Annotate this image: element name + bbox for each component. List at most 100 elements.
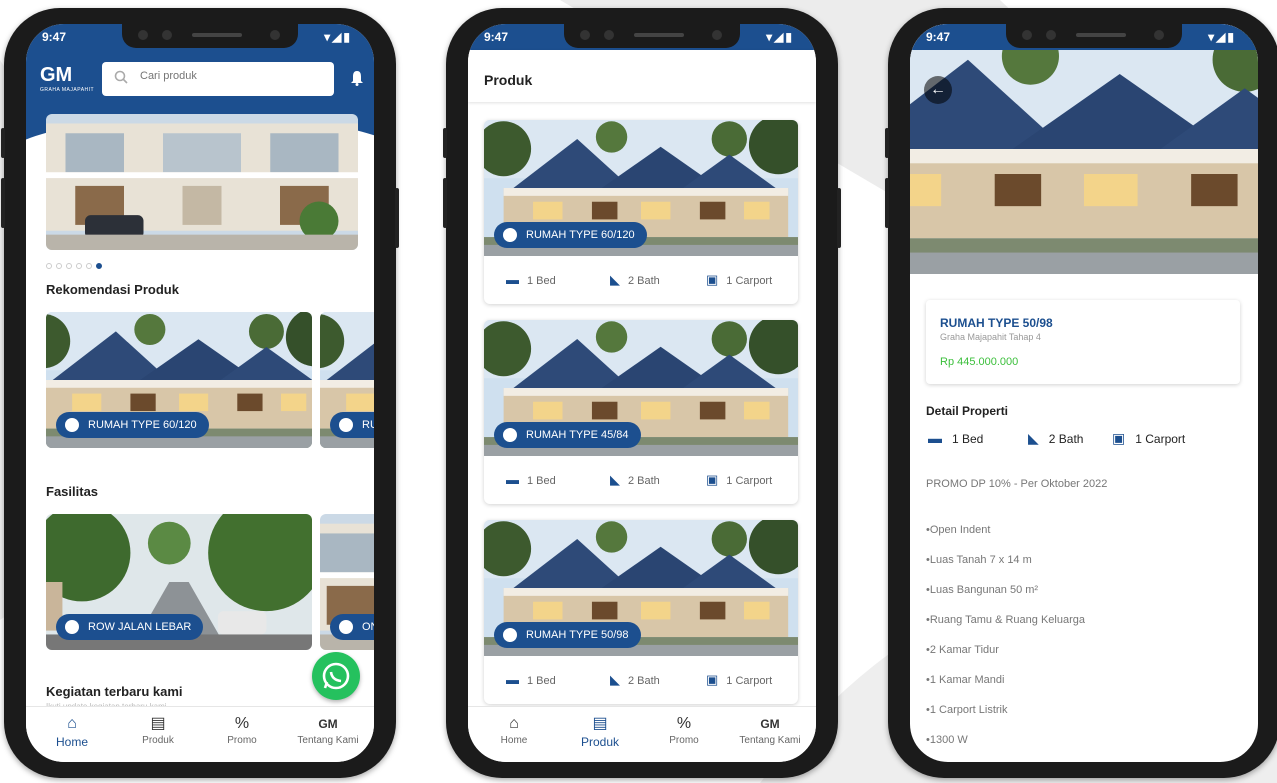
nav-produk[interactable]: ▤ Produk (560, 713, 640, 749)
recommend-card-2-label: RU (330, 412, 374, 438)
whatsapp-icon (322, 662, 350, 690)
nav-produk-label: Produk (580, 735, 620, 749)
building-icon: ▤ (592, 715, 608, 732)
product-card[interactable]: RUMAH TYPE 60/120 ▬ 1 Bed ◣ 2 Bath ▣ 1 Carp… (484, 120, 798, 304)
product-hero-image (910, 24, 1258, 274)
garage-icon: ▣ (1112, 430, 1126, 446)
percent-icon: % (676, 715, 692, 732)
feature-bath: ◣ 2 Bath (610, 472, 660, 487)
bed-icon: ▬ (928, 430, 942, 446)
feature-bath: ◣ 2 Bath (610, 272, 660, 287)
detail-section-title: Detail Properti (926, 404, 1009, 418)
product-card[interactable]: RUMAH TYPE 45/84 ▬ 1 Bed ◣ 2 Bath ▣ 1 Carpo… (484, 320, 798, 504)
gm-logo-icon: GM (318, 717, 338, 731)
status-icons: ▾◢▮ (1208, 30, 1236, 44)
nav-produk[interactable]: ▤ Produk (118, 713, 198, 746)
description-line: •Open Indent (926, 524, 991, 536)
product-card[interactable]: RUMAH TYPE 50/98 ▬ 1 Bed ◣ 2 Bath ▣ 1 Carpo… (484, 520, 798, 704)
bathtub-icon: ◣ (610, 272, 620, 287)
feature-bed: ▬ 1 Bed (506, 272, 556, 287)
nav-about[interactable]: GM Tentang Kami (288, 713, 368, 746)
recommend-card-1-label: RUMAH TYPE 60/120 (56, 412, 209, 438)
nav-home-label: Home (500, 735, 528, 746)
screen-produk: 9:47 ▾◢▮ Produk RUMAH TYPE 60/120 ▬ 1 Bed… (468, 24, 816, 762)
nav-promo[interactable]: % Promo (202, 713, 282, 746)
description-line: •1 Carport Listrik (926, 704, 1008, 716)
phone-detail: 9:47 ▾◢▮ ← RUMAH TYPE 50/98 Graha Majapa… (885, 8, 1277, 778)
feature-carport: ▣ 1 Carport (706, 672, 773, 687)
garage-icon: ▣ (706, 672, 719, 687)
product-card-label: RUMAH TYPE 45/84 (494, 422, 641, 448)
product-card-label: RUMAH TYPE 50/98 (494, 622, 641, 648)
nav-promo-label: Promo (227, 735, 257, 746)
section-title-recommend: Rekomendasi Produk (46, 282, 179, 297)
logo-text: GM (40, 64, 73, 86)
facility-card-1-label: ROW JALAN LEBAR (56, 614, 204, 640)
screen-detail: 9:47 ▾◢▮ ← RUMAH TYPE 50/98 Graha Majapa… (910, 24, 1258, 762)
home-icon: ⌂ (509, 715, 519, 732)
feature-carport: ▣ 1 Carport (1112, 430, 1186, 446)
screen-home: 9:47 ▾◢▮ GM GRAHA MAJAPAHIT Rekomendasi … (26, 24, 374, 762)
bottom-navigation: ⌂ Home ▤ Produk % Promo GM Tentang Kami (468, 706, 816, 762)
feature-bath: ◣ 2 Bath (610, 672, 660, 687)
status-time: 9:47 (42, 30, 67, 44)
nav-home[interactable]: ⌂ Home (32, 713, 112, 749)
product-subtitle: Graha Majapahit Tahap 4 (940, 332, 1041, 342)
logo-subtext: GRAHA MAJAPAHIT (40, 87, 95, 93)
promo-text: PROMO DP 10% - Per Oktober 2022 (926, 478, 1108, 490)
search-bar[interactable] (102, 62, 334, 96)
bed-icon: ▬ (506, 272, 519, 287)
garage-icon: ▣ (706, 272, 719, 287)
product-price: Rp 445.000.000 (940, 356, 1019, 368)
search-input[interactable] (140, 70, 320, 82)
app-logo[interactable]: GM GRAHA MAJAPAHIT (40, 64, 94, 93)
feature-carport: ▣ 1 Carport (706, 272, 773, 287)
feature-bath: ◣ 2 Bath (1028, 430, 1084, 446)
nav-about-label: Tentang Kami (739, 735, 801, 746)
nav-promo-label: Promo (669, 735, 699, 746)
back-arrow-icon[interactable]: ← (924, 76, 952, 104)
bathtub-icon: ◣ (610, 472, 620, 487)
app-bar: Produk (468, 50, 816, 102)
section-title-activity: Kegiatan terbaru kami (46, 684, 183, 699)
search-icon (114, 70, 128, 89)
home-icon: ⌂ (67, 715, 77, 732)
feature-carport: ▣ 1 Carport (706, 472, 773, 487)
nav-produk-label: Produk (142, 735, 174, 746)
section-title-facilities: Fasilitas (46, 484, 99, 499)
product-card-label: RUMAH TYPE 60/120 (494, 222, 647, 248)
nav-home[interactable]: ⌂ Home (474, 713, 554, 746)
description-line: •Luas Tanah 7 x 14 m (926, 554, 1032, 566)
product-info-card: RUMAH TYPE 50/98 Graha Majapahit Tahap 4… (926, 300, 1240, 384)
phone-home: 9:47 ▾◢▮ GM GRAHA MAJAPAHIT Rekomendasi … (1, 8, 399, 778)
feature-bed: ▬ 1 Bed (506, 472, 556, 487)
percent-icon: % (234, 715, 250, 732)
building-icon: ▤ (150, 715, 166, 732)
status-time: 9:47 (926, 30, 951, 44)
description-line: •Ruang Tamu & Ruang Keluarga (926, 614, 1085, 626)
description-line: •Luas Bangunan 50 m² (926, 584, 1039, 596)
description-line: •1 Kamar Mandi (926, 674, 1005, 686)
bed-icon: ▬ (506, 472, 519, 487)
whatsapp-button[interactable] (312, 652, 360, 700)
carousel-dots[interactable] (46, 256, 106, 274)
promo-banner[interactable] (46, 114, 358, 250)
page-title: Produk (484, 72, 533, 88)
nav-about[interactable]: GM Tentang Kami (730, 713, 810, 746)
status-icons: ▾◢▮ (324, 30, 352, 44)
gm-logo-icon: GM (760, 717, 780, 731)
facility-card-2-label: ON (330, 614, 374, 640)
status-time: 9:47 (484, 30, 509, 44)
bell-icon[interactable] (350, 70, 364, 91)
nav-about-label: Tentang Kami (297, 735, 359, 746)
bathtub-icon: ◣ (1028, 430, 1039, 446)
bottom-navigation: ⌂ Home ▤ Produk % Promo GM Tentang Kami (26, 706, 374, 762)
nav-home-label: Home (55, 735, 88, 749)
bathtub-icon: ◣ (610, 672, 620, 687)
bed-icon: ▬ (506, 672, 519, 687)
feature-bed: ▬ 1 Bed (506, 672, 556, 687)
description-line: •1300 W (926, 734, 968, 746)
nav-promo[interactable]: % Promo (644, 713, 724, 746)
status-icons: ▾◢▮ (766, 30, 794, 44)
feature-bed: ▬ 1 Bed (928, 430, 984, 446)
